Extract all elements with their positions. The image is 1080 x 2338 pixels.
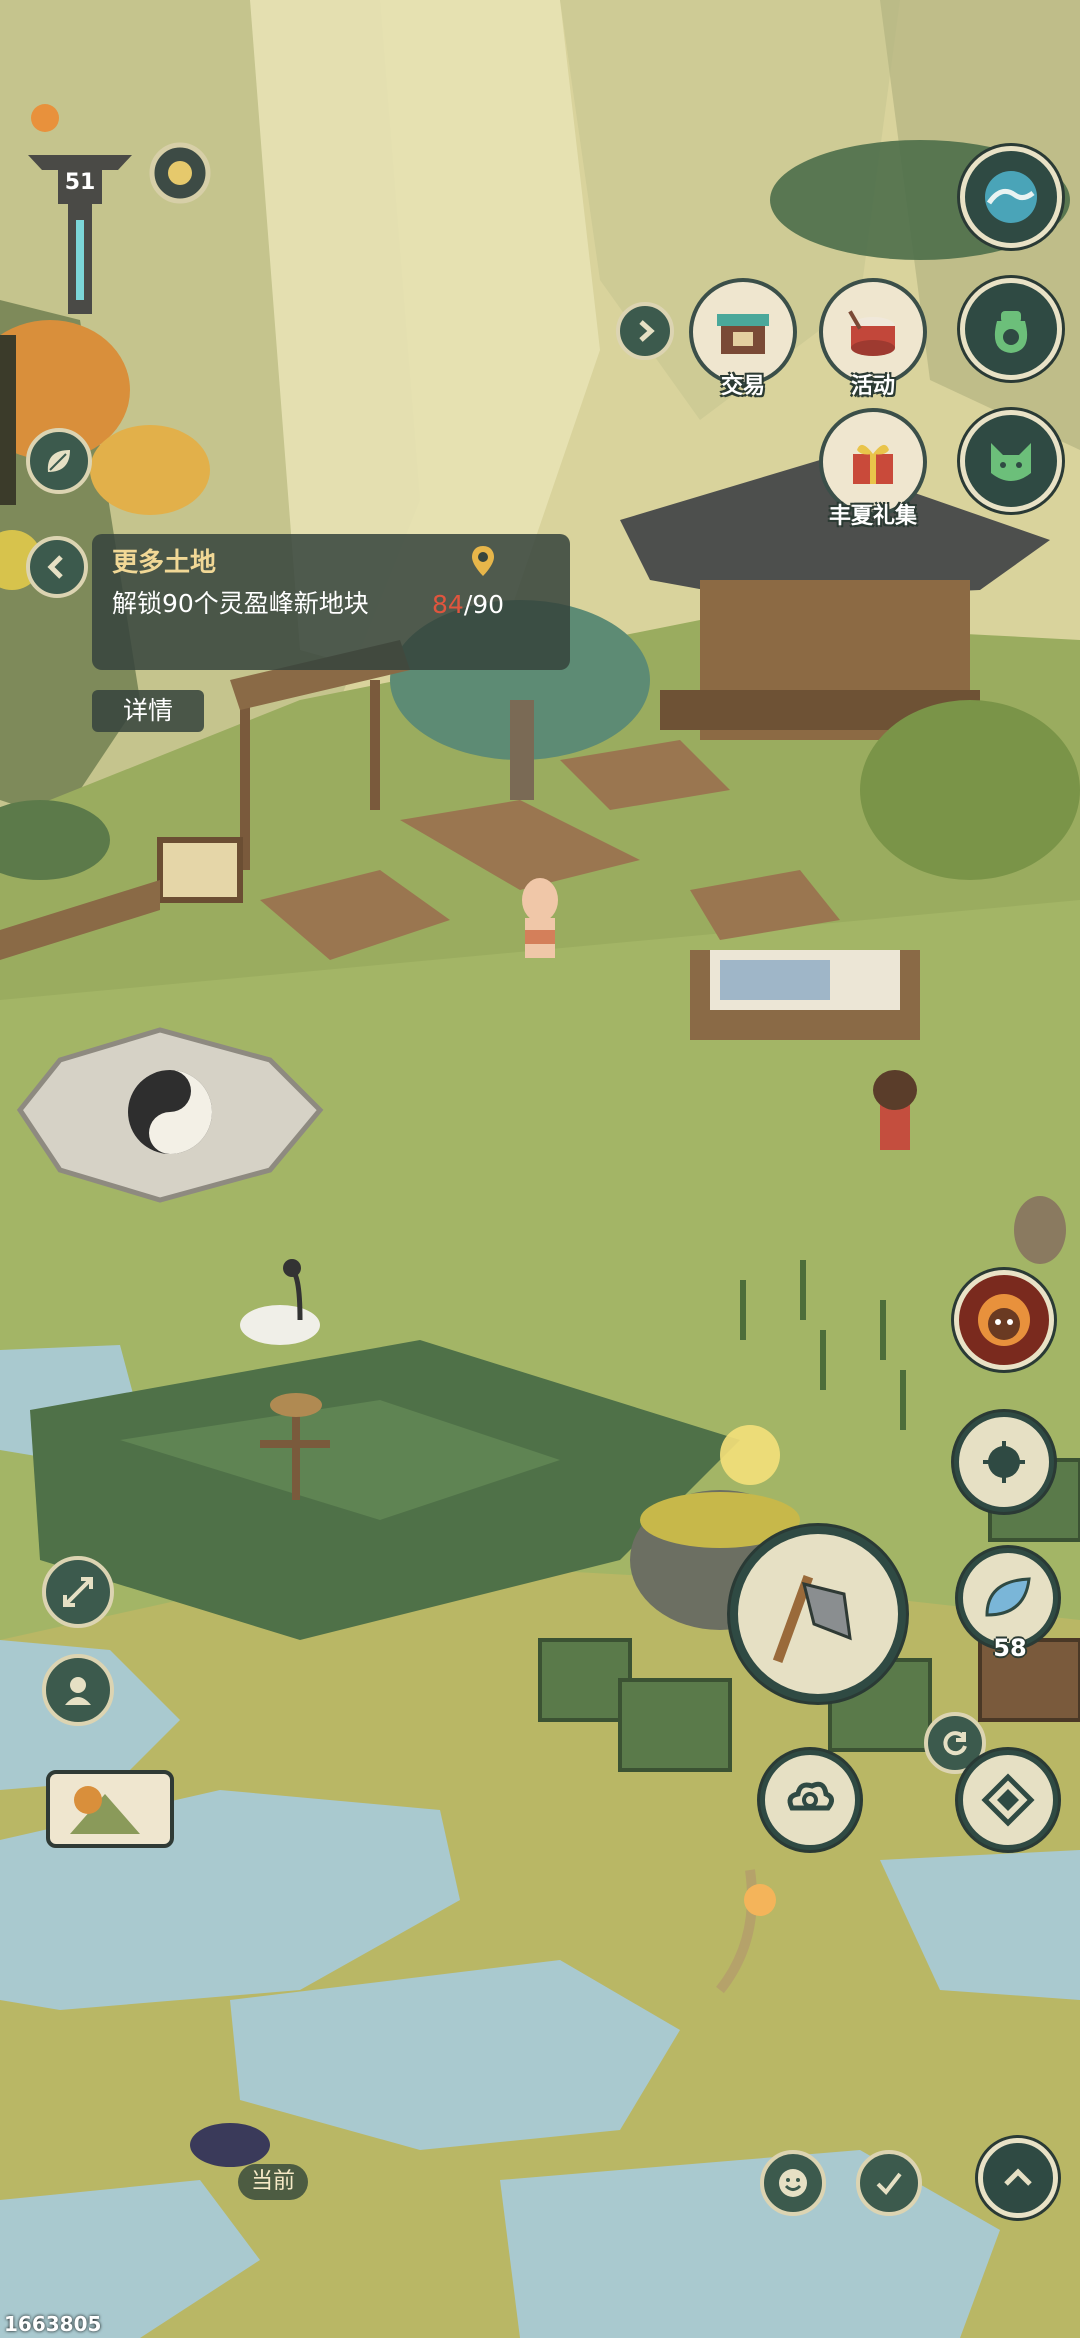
chevron-right-icon [639,320,655,342]
quest-panel[interactable]: 更多土地 解锁90个灵盈峰新地块 84/90 [92,534,570,670]
seed-icon [983,1441,1025,1483]
wave-button[interactable] [960,146,1062,248]
emote-button[interactable] [760,2150,826,2216]
details-button[interactable]: 详情 [92,690,204,732]
monkey-skill-button[interactable] [954,1270,1054,1370]
quest-description: 解锁90个灵盈峰新地块 [112,589,369,618]
cloud-skill-button[interactable] [760,1750,860,1850]
current-location-label: 当前 [238,2164,308,2200]
event-label: 活动 [850,374,895,399]
gift-label: 丰夏礼集 [828,504,917,529]
check-pencil-icon [876,2172,902,2196]
cloud-icon [787,1781,834,1811]
quest-progress: 84/90 [432,590,504,619]
refresh-icon [943,1731,967,1756]
quest-title: 更多土地 [112,548,217,578]
spirit-ring-icon[interactable] [150,143,210,203]
blue-leaf-icon [985,1577,1031,1617]
level-badge[interactable]: 51 [56,168,104,198]
edit-button[interactable] [856,2150,922,2216]
profile-button[interactable] [42,1654,114,1726]
seed-button[interactable] [954,1412,1054,1512]
map-thumbnail-button[interactable] [46,1770,174,1848]
compass-diamond-icon [981,1773,1035,1827]
axe-icon [772,1575,852,1663]
cat-face-icon [991,443,1031,481]
compass-button[interactable] [958,1750,1058,1850]
person-icon [65,1677,91,1705]
leaf-item-button[interactable] [958,1548,1058,1648]
quest-progress-current: 84 [432,590,464,619]
leaf-button[interactable] [26,428,92,494]
leaf-icon [47,450,70,472]
pouch-icon [994,311,1028,353]
expand-menu-button[interactable] [616,302,674,360]
chevron-left-icon [47,555,63,579]
axe-tool-button[interactable] [730,1526,906,1702]
arrows-expand-icon [63,1577,93,1607]
user-id-watermark: 1663805 [4,2312,102,2336]
fire-monkey-icon [978,1294,1030,1346]
mountain-icon [70,1786,140,1834]
pouch-button[interactable] [960,278,1062,380]
smiley-icon [779,2169,807,2197]
trade-label: 交易 [720,374,765,399]
gift-menu-item[interactable]: 丰夏礼集 [818,408,928,530]
collapse-up-button[interactable] [978,2138,1058,2218]
location-pin-icon [472,546,494,576]
character-button[interactable] [960,410,1062,512]
quest-progress-total: /90 [463,590,505,619]
expand-view-button[interactable] [42,1556,114,1628]
wave-icon [985,171,1037,223]
trade-menu-item[interactable]: 交易 [688,278,798,400]
chevron-up-icon [1004,2168,1032,2186]
back-button[interactable] [26,536,88,598]
event-menu-item[interactable]: 活动 [818,278,928,400]
leaf-count: 58 [993,1634,1027,1662]
level-number: 51 [64,170,96,195]
